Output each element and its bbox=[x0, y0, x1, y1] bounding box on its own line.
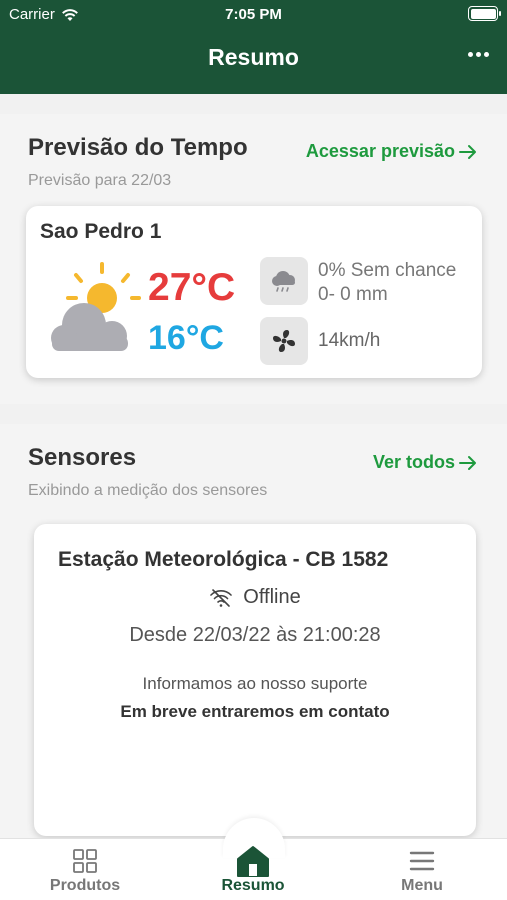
tab-menu[interactable]: Menu bbox=[357, 845, 487, 895]
support-info: Informamos ao nosso suporte bbox=[142, 674, 368, 693]
tab-resumo-label: Resumo bbox=[221, 877, 285, 894]
location-name: Sao Pedro 1 bbox=[40, 220, 162, 243]
see-all-link[interactable]: Ver todos bbox=[373, 452, 477, 473]
grid-icon bbox=[73, 849, 97, 873]
tab-produtos-label: Produtos bbox=[49, 877, 121, 894]
sensors-subtitle: Exibindo a medição dos sensores bbox=[28, 482, 268, 499]
sensors-title: Sensores bbox=[28, 444, 137, 471]
weather-section: Previsão do Tempo Previsão para 22/03 Ac… bbox=[0, 114, 507, 404]
weather-subtitle: Previsão para 22/03 bbox=[28, 172, 172, 189]
rain-amount: 0- 0 mm bbox=[318, 284, 388, 305]
arrow-right-icon bbox=[459, 455, 476, 470]
sensors-section: Sensores Exibindo a medição dos sensores… bbox=[0, 424, 507, 844]
status-row: Offline bbox=[34, 586, 476, 609]
tab-resumo[interactable]: Resumo bbox=[188, 845, 318, 895]
offline-since: Desde 22/03/22 às 21:00:28 bbox=[129, 624, 381, 646]
rain-icon-box bbox=[260, 257, 308, 305]
access-forecast-label: Acessar previsão bbox=[305, 141, 455, 161]
partly-cloudy-icon bbox=[51, 262, 141, 351]
temp-min: 16°C bbox=[148, 319, 224, 357]
rain-cloud-icon bbox=[272, 271, 295, 292]
rain-chance: 0% Sem chance bbox=[318, 260, 457, 281]
see-all-label: Ver todos bbox=[372, 452, 455, 472]
contact-info: Em breve entraremos em contato bbox=[120, 702, 390, 721]
rain-info: 0% Sem chance 0- 0 mm bbox=[318, 259, 456, 307]
wind-speed: 14km/h bbox=[318, 330, 381, 351]
weather-title: Previsão do Tempo bbox=[28, 134, 248, 161]
home-icon bbox=[237, 846, 269, 877]
wifi-off-icon bbox=[210, 588, 233, 607]
weather-card[interactable]: Sao Pedro 1 27°C 16°C 0% Sem chance 0- 0… bbox=[26, 206, 482, 378]
status-bar: Carrier 7:05 PM bbox=[0, 0, 507, 28]
arrow-right-icon bbox=[459, 144, 476, 159]
temp-max: 27°C bbox=[148, 266, 236, 309]
app-header: Carrier 7:05 PM Resumo bbox=[0, 0, 507, 94]
menu-icon bbox=[409, 851, 435, 871]
status-time: 7:05 PM bbox=[225, 6, 282, 23]
wind-icon-box bbox=[260, 317, 308, 365]
page-title: Resumo bbox=[208, 44, 299, 70]
fan-icon bbox=[273, 330, 295, 352]
station-name: Estação Meteorológica - CB 1582 bbox=[58, 548, 389, 571]
more-options-icon[interactable] bbox=[468, 52, 489, 57]
status-text: Offline bbox=[243, 586, 301, 608]
tab-produtos[interactable]: Produtos bbox=[20, 845, 150, 895]
access-forecast-link[interactable]: Acessar previsão bbox=[306, 141, 477, 162]
tab-menu-label: Menu bbox=[401, 877, 443, 894]
sensor-card[interactable]: Estação Meteorológica - CB 1582 Offline … bbox=[34, 524, 476, 836]
battery-icon bbox=[468, 6, 501, 21]
